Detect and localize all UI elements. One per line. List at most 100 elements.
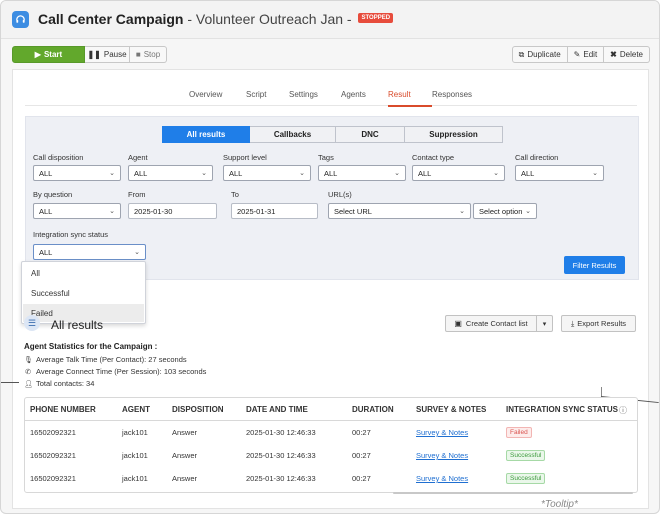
from-date-input[interactable]: 2025-01-30 <box>128 203 217 219</box>
th-survey-notes: SURVEY & NOTES <box>416 405 487 414</box>
th-phone-number: PHONE NUMBER <box>30 405 96 414</box>
tab-result[interactable]: Result <box>388 90 411 99</box>
start-button[interactable]: ▶ Start <box>12 46 85 63</box>
results-table: PHONE NUMBER AGENT DISPOSITION DATE AND … <box>24 397 638 493</box>
tags-select[interactable]: ALL ⌄ <box>318 165 406 181</box>
avg-connect-time: ✆ Average Connect Time (Per Session): 103… <box>24 367 206 376</box>
segment-dnc[interactable]: DNC <box>336 126 405 143</box>
cell-duration: 00:27 <box>352 451 371 460</box>
integration-sync-label: Integration sync status <box>33 230 109 239</box>
stop-button[interactable]: ■ Stop <box>130 46 167 63</box>
stop-label: Stop <box>143 50 161 59</box>
tab-responses[interactable]: Responses <box>432 90 472 99</box>
support-level-select[interactable]: ALL ⌄ <box>223 165 311 181</box>
cell-disposition: Answer <box>172 474 198 483</box>
sync-status-badge: Successful <box>506 473 546 484</box>
tab-settings[interactable]: Settings <box>289 90 318 99</box>
filter-results-button[interactable]: Filter Results <box>564 256 625 274</box>
support-level-value: ALL <box>229 168 243 178</box>
cell-datetime: 2025-01-30 12:46:33 <box>246 474 316 483</box>
chevron-down-icon: ⌄ <box>299 170 305 177</box>
tags-label: Tags <box>318 153 334 162</box>
segment-all-results[interactable]: All results <box>162 126 250 143</box>
pause-icon: ❚❚ <box>87 50 101 59</box>
app-frame: Call Center Campaign - Volunteer Outreac… <box>0 0 660 514</box>
duplicate-button[interactable]: ⧉ Duplicate <box>511 46 568 63</box>
tab-script[interactable]: Script <box>246 90 266 99</box>
table-row: 16502092321 jack101 Answer 2025-01-30 12… <box>25 422 637 445</box>
survey-notes-link[interactable]: Survey & Notes <box>416 474 468 483</box>
info-icon[interactable]: ⓘ <box>619 405 627 416</box>
cell-disposition: Answer <box>172 451 198 460</box>
th-duration: DURATION <box>352 405 394 414</box>
chevron-down-icon: ⌄ <box>134 249 140 256</box>
survey-notes-link[interactable]: Survey & Notes <box>416 451 468 460</box>
agent-select[interactable]: ALL ⌄ <box>128 165 213 181</box>
chevron-down-icon: ⌄ <box>459 208 465 215</box>
horizontal-scrollbar[interactable] <box>393 492 633 494</box>
url-option-select[interactable]: Select option ⌄ <box>473 203 537 219</box>
active-tab-indicator <box>388 105 432 107</box>
th-date-time: DATE AND TIME <box>246 405 308 414</box>
chevron-down-icon: ⌄ <box>201 170 207 177</box>
edit-button[interactable]: ✎ Edit <box>567 46 605 63</box>
agent-value: ALL <box>134 168 148 178</box>
th-agent: AGENT <box>122 405 150 414</box>
chevron-down-icon: ⌄ <box>109 170 115 177</box>
segment-callbacks[interactable]: Callbacks <box>250 126 336 143</box>
microphone-icon: 🎙︎ <box>24 356 33 364</box>
sync-option-all[interactable]: All <box>23 264 144 282</box>
tab-overview[interactable]: Overview <box>189 90 222 99</box>
result-type-segments: All results Callbacks DNC Suppression <box>162 126 503 143</box>
tab-agents[interactable]: Agents <box>341 90 366 99</box>
cell-phone: 16502092321 <box>30 451 76 460</box>
chevron-down-icon: ⌄ <box>394 170 400 177</box>
agent-label: Agent <box>128 153 148 162</box>
integration-sync-dropdown: All Successful Failed <box>21 261 146 324</box>
total-contacts-text: Total contacts: 34 <box>36 379 95 388</box>
cell-datetime: 2025-01-30 12:46:33 <box>246 428 316 437</box>
survey-notes-link[interactable]: Survey & Notes <box>416 428 468 437</box>
cell-agent: jack101 <box>122 474 148 483</box>
to-date-input[interactable]: 2025-01-31 <box>231 203 318 219</box>
cell-agent: jack101 <box>122 428 148 437</box>
from-label: From <box>128 190 146 199</box>
call-disposition-value: ALL <box>39 168 53 178</box>
segment-suppression[interactable]: Suppression <box>405 126 503 143</box>
to-date-value: 2025-01-31 <box>237 206 276 216</box>
contact-type-label: Contact type <box>412 153 455 162</box>
tab-bar: Overview Script Settings Agents Result R… <box>25 84 637 107</box>
cell-phone: 16502092321 <box>30 474 76 483</box>
call-disposition-label: Call disposition <box>33 153 84 162</box>
delete-label: Delete <box>619 50 643 59</box>
create-contact-list-dropdown[interactable]: ▾ <box>537 315 553 332</box>
pause-button[interactable]: ❚❚ Pause <box>85 46 130 63</box>
start-label: Start <box>43 50 63 59</box>
close-icon: ✖ <box>610 50 617 59</box>
pause-label: Pause <box>103 50 127 59</box>
contact-book-icon: ▣ <box>454 319 462 328</box>
sync-option-successful[interactable]: Successful <box>23 284 144 302</box>
campaign-name: - Volunteer Outreach Jan - <box>183 11 356 27</box>
export-results-button[interactable]: ⤓ Export Results <box>561 315 636 332</box>
contact-type-select[interactable]: ALL ⌄ <box>412 165 505 181</box>
export-results-label: Export Results <box>577 319 627 328</box>
by-question-value: ALL <box>39 206 53 216</box>
th-disposition: DISPOSITION <box>172 405 224 414</box>
from-date-value: 2025-01-30 <box>134 206 173 216</box>
url-select[interactable]: Select URL ⌄ <box>328 203 471 219</box>
integration-sync-value: ALL <box>39 247 53 257</box>
call-direction-select[interactable]: ALL ⌄ <box>515 165 604 181</box>
integration-sync-select[interactable]: ALL ⌄ <box>33 244 146 260</box>
call-disposition-select[interactable]: ALL ⌄ <box>33 165 121 181</box>
by-question-label: By question <box>33 190 73 199</box>
create-contact-list-button[interactable]: ▣ Create Contact list <box>445 315 537 332</box>
delete-button[interactable]: ✖ Delete <box>604 46 650 63</box>
cell-duration: 00:27 <box>352 474 371 483</box>
annotation-line-left <box>1 382 19 383</box>
by-question-select[interactable]: ALL ⌄ <box>33 203 121 219</box>
copy-icon: ⧉ <box>518 49 525 59</box>
phone-icon: ✆ <box>25 368 31 376</box>
campaign-actions: ⧉ Duplicate ✎ Edit ✖ Delete <box>511 46 650 63</box>
caret-down-icon: ▾ <box>542 320 547 328</box>
